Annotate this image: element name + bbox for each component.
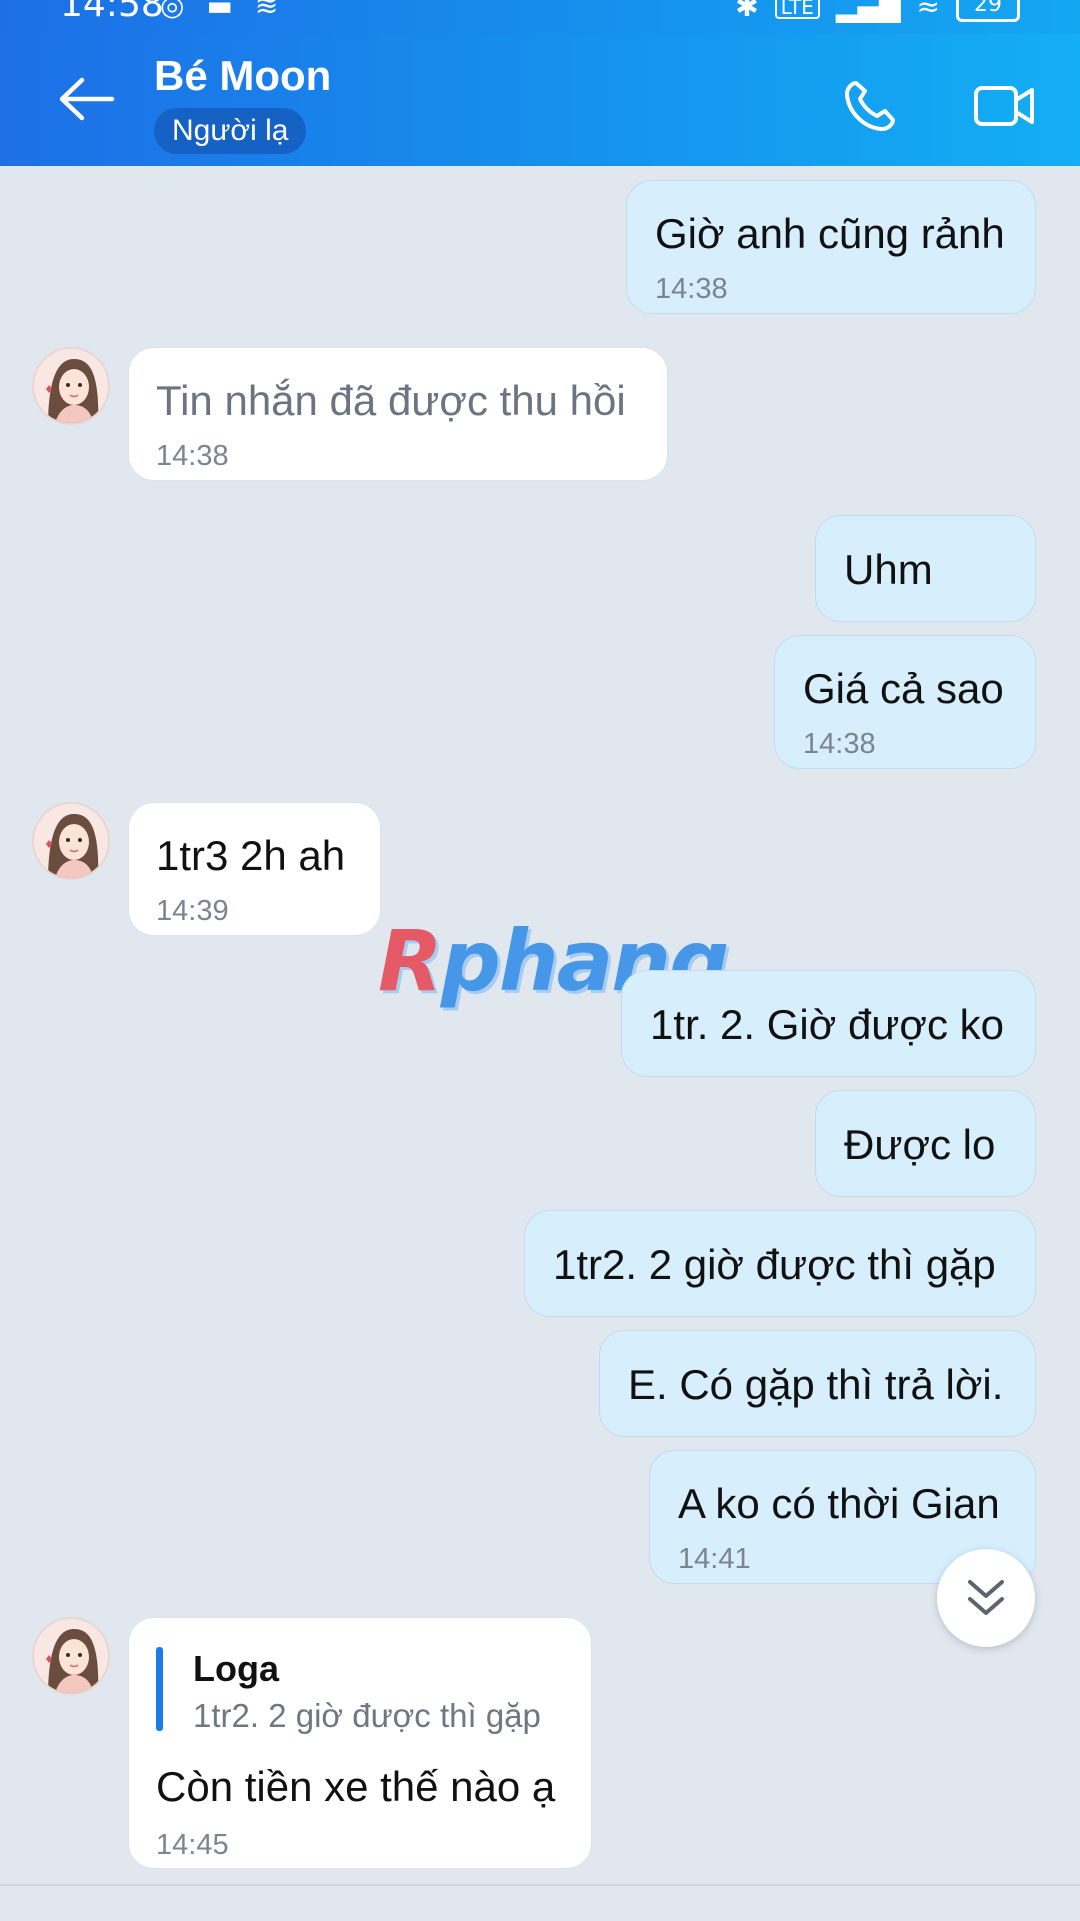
message-time: 14:38 xyxy=(803,728,876,760)
contact-name[interactable]: Bé Moon xyxy=(154,52,331,100)
bluetooth-icon: ✱ xyxy=(735,0,759,23)
quote-indicator xyxy=(156,1647,163,1731)
message-bubble-outgoing[interactable]: E. Có gặp thì trả lời. xyxy=(599,1330,1036,1437)
message-bubble-outgoing[interactable]: Uhm xyxy=(815,515,1036,622)
message-text: Giá cả sao xyxy=(803,665,1004,712)
message-text: Giờ anh cũng rảnh xyxy=(655,210,1005,257)
message-bubble-incoming[interactable]: Tin nhắn đã được thu hồi 14:38 xyxy=(128,347,668,481)
status-left-icons: ◎ ▬ ≋ xyxy=(160,0,278,20)
video-call-button[interactable] xyxy=(972,80,1036,132)
message-bubble-outgoing[interactable]: Được lo xyxy=(815,1090,1036,1197)
video-camera-icon xyxy=(974,86,1034,126)
message-text: 1tr. 2. Giờ được ko xyxy=(650,1001,1004,1048)
message-text: 1tr3 2h ah xyxy=(156,832,346,879)
message-time: 14:39 xyxy=(156,895,229,927)
contact-avatar[interactable] xyxy=(32,802,110,880)
arrow-left-icon xyxy=(59,77,115,121)
avatar-image xyxy=(34,349,108,423)
message-bubble-outgoing[interactable]: 1tr. 2. Giờ được ko xyxy=(621,970,1036,1077)
car-icon: ▬ xyxy=(206,0,233,22)
message-bubble-outgoing[interactable]: Giờ anh cũng rảnh 14:38 xyxy=(626,180,1036,314)
recalled-message-text: Tin nhắn đã được thu hồi xyxy=(156,377,626,424)
message-bubble-outgoing[interactable]: Giá cả sao 14:38 xyxy=(774,635,1036,769)
phone-icon xyxy=(845,81,895,131)
message-bubble-incoming-reply[interactable]: Loga 1tr2. 2 giờ được thì gặp Còn tiền x… xyxy=(128,1617,592,1869)
quote-text[interactable]: 1tr2. 2 giờ được thì gặp xyxy=(193,1699,541,1732)
signal-icon: ▂▄▆ xyxy=(835,0,901,23)
message-time: 14:38 xyxy=(156,440,229,472)
message-text: Được lo xyxy=(844,1121,996,1168)
message-time: 14:45 xyxy=(156,1829,229,1861)
avatar-image xyxy=(34,1619,108,1693)
quote-author: Loga xyxy=(193,1648,279,1689)
status-right-icons: ✱ LTE ▂▄▆ ≈ 29 xyxy=(735,0,1020,22)
message-bubble-outgoing[interactable]: 1tr2. 2 giờ được thì gặp xyxy=(524,1210,1036,1317)
chat-header: Bé Moon Người lạ xyxy=(0,34,1080,166)
message-text: Uhm xyxy=(844,546,933,593)
message-text: E. Có gặp thì trả lời. xyxy=(628,1361,1004,1408)
message-text: 1tr2. 2 giờ được thì gặp xyxy=(553,1241,996,1288)
stranger-badge: Người lạ xyxy=(154,108,307,154)
contact-avatar[interactable] xyxy=(32,1617,110,1695)
status-time: 14:58 xyxy=(60,0,164,25)
message-time: 14:41 xyxy=(678,1543,751,1575)
chat-screen: 14:58 ◎ ▬ ≋ ✱ LTE ▂▄▆ ≈ 29 Bé Moon Người… xyxy=(0,0,1080,1921)
double-chevron-down-icon xyxy=(968,1580,1004,1615)
call-button[interactable] xyxy=(842,78,898,134)
layers-icon: ≋ xyxy=(254,0,279,22)
message-time: 14:38 xyxy=(655,273,728,305)
back-button[interactable] xyxy=(56,74,116,124)
message-bubble-incoming[interactable]: 1tr3 2h ah 14:39 xyxy=(128,802,381,936)
alarm-icon: ◎ xyxy=(160,0,185,22)
message-text: A ko có thời Gian xyxy=(678,1480,1000,1527)
wifi-icon: ≈ xyxy=(916,0,940,23)
message-text: Còn tiền xe thế nào ạ xyxy=(156,1763,556,1810)
lte-icon: LTE xyxy=(774,0,820,19)
scroll-to-bottom-button[interactable] xyxy=(937,1549,1035,1647)
status-bar: 14:58 ◎ ▬ ≋ ✱ LTE ▂▄▆ ≈ 29 xyxy=(0,0,1080,34)
battery-icon: 29 xyxy=(956,0,1020,22)
avatar-image xyxy=(34,804,108,878)
divider xyxy=(0,1884,1080,1886)
contact-avatar[interactable] xyxy=(32,347,110,425)
